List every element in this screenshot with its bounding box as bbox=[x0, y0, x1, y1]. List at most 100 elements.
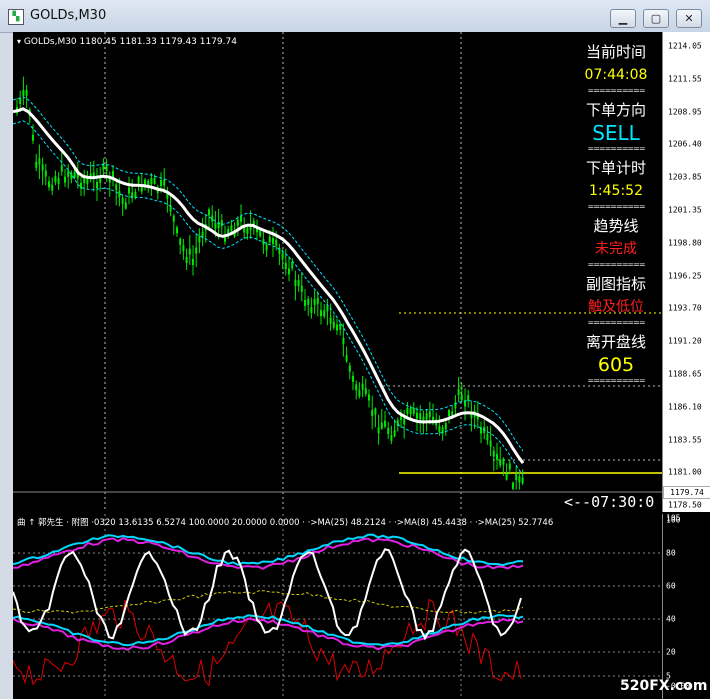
chart-window-icon: ▚ bbox=[8, 9, 24, 25]
candle-body bbox=[284, 262, 287, 269]
candle-body bbox=[153, 177, 156, 184]
candle-body bbox=[387, 427, 390, 434]
candle-body bbox=[310, 306, 313, 313]
candle-body bbox=[364, 388, 367, 395]
candle-body bbox=[60, 165, 63, 172]
candle-body bbox=[342, 338, 345, 345]
price-tick-label: 1208.95 bbox=[668, 107, 702, 117]
panel-label: 副图指标 bbox=[585, 275, 646, 293]
candle-body bbox=[496, 453, 498, 460]
candle-body bbox=[460, 394, 463, 401]
candle-body bbox=[67, 170, 70, 177]
window-title: GOLDs,M30 bbox=[30, 8, 107, 23]
sub-indicator-axis[interactable]: 105 100 80 60 40 20 5 -0.00 bbox=[662, 514, 710, 699]
candle-body bbox=[172, 215, 175, 222]
price-tick-label: 1203.85 bbox=[668, 172, 702, 182]
candle-body bbox=[380, 422, 383, 429]
candle-body bbox=[499, 459, 502, 466]
candle-body bbox=[259, 230, 262, 237]
candle-body bbox=[192, 258, 194, 265]
candle-body bbox=[416, 412, 418, 419]
candle-body bbox=[406, 408, 409, 415]
price-tick-label: 1181.00 bbox=[668, 467, 702, 477]
candle-body bbox=[428, 411, 431, 418]
candle-body bbox=[377, 427, 380, 434]
price-tick-label: 1198.80 bbox=[668, 238, 702, 248]
candle-body bbox=[163, 179, 166, 186]
candle-body bbox=[358, 390, 361, 397]
panel-value: 605 bbox=[597, 354, 635, 376]
candle-body bbox=[35, 161, 38, 168]
minimize-button[interactable]: ▁ bbox=[610, 9, 636, 28]
candle-body bbox=[502, 458, 505, 465]
yellow-ma bbox=[13, 590, 524, 614]
candle-body bbox=[294, 279, 297, 286]
candle-body bbox=[128, 187, 130, 194]
candle-body bbox=[220, 220, 223, 227]
candle-body bbox=[345, 355, 348, 362]
price-axis[interactable]: 1214.05 1211.55 1208.95 1206.40 1203.85 1201.… bbox=[662, 32, 710, 512]
sub-tick-label: 20 bbox=[666, 647, 676, 657]
candle-body bbox=[96, 181, 98, 188]
sub-indicator-info: 曲 ↑ 郭先生 · 附图 ·0320 13.6135 6.5274 100.00… bbox=[17, 518, 554, 528]
candle-body bbox=[272, 238, 274, 245]
close-button[interactable]: ✕ bbox=[676, 9, 702, 28]
candle-body bbox=[329, 317, 332, 324]
candle-body bbox=[176, 227, 178, 234]
red-oscillator bbox=[13, 598, 522, 687]
candle-body bbox=[182, 245, 185, 252]
candle-body bbox=[19, 97, 22, 104]
price-tick-label: 1193.70 bbox=[668, 303, 702, 313]
candle-body bbox=[150, 178, 153, 185]
panel-value: 未完成 bbox=[595, 241, 637, 257]
restore-button[interactable]: ▢ bbox=[643, 9, 669, 28]
candle-body bbox=[492, 450, 495, 457]
candle-body bbox=[297, 280, 300, 287]
panel-divider: ========== bbox=[587, 318, 645, 327]
moving-average bbox=[13, 107, 525, 464]
price-tick-label: 1186.10 bbox=[668, 402, 702, 412]
candle-body bbox=[288, 268, 290, 275]
candle-body bbox=[230, 225, 233, 232]
candle-body bbox=[355, 384, 358, 391]
candle-body bbox=[44, 170, 47, 177]
sub-tick-label: 40 bbox=[666, 614, 676, 624]
cyan-upper bbox=[13, 533, 524, 567]
candle-body bbox=[419, 413, 422, 420]
candle-body bbox=[57, 178, 60, 185]
price-tick-label: 1188.65 bbox=[668, 369, 702, 379]
candle-body bbox=[313, 299, 316, 306]
price-tick-label: 1178.50 bbox=[668, 500, 702, 510]
price-tick-label: 1191.20 bbox=[668, 336, 702, 346]
candle-body bbox=[518, 476, 521, 483]
candle-body bbox=[105, 165, 108, 172]
candle-body bbox=[457, 388, 460, 395]
candle-body bbox=[188, 248, 191, 255]
sub-tick-label: 100 bbox=[666, 515, 681, 525]
candle-body bbox=[307, 298, 310, 305]
panel-label: 下单方向 bbox=[585, 101, 646, 119]
candle-body bbox=[115, 184, 118, 191]
candle-body bbox=[137, 176, 140, 183]
candle-body bbox=[339, 323, 342, 330]
title-bar: ▚ GOLDs,M30 ▁ ▢ ✕ bbox=[0, 0, 710, 33]
symbol-info: ▾ GOLDs,M30 1180.45 1181.33 1179.43 1179… bbox=[17, 37, 237, 47]
candle-body bbox=[361, 383, 364, 390]
main-price-chart[interactable] bbox=[13, 32, 662, 512]
candle-body bbox=[112, 171, 114, 178]
candle-body bbox=[54, 176, 57, 183]
price-tick-label: 1214.05 bbox=[668, 41, 702, 51]
panel-value: 07:44:08 bbox=[584, 67, 648, 83]
candle-body bbox=[268, 236, 271, 243]
candle-body bbox=[48, 181, 50, 188]
candle-body bbox=[179, 238, 182, 245]
watermark: 520FX.com bbox=[620, 678, 708, 694]
price-tick-label: 1211.55 bbox=[668, 74, 702, 84]
candle-body bbox=[352, 375, 354, 382]
candle-body bbox=[323, 310, 326, 317]
sub-indicator-chart[interactable] bbox=[13, 514, 662, 699]
chart-area[interactable]: ▾ GOLDs,M30 1180.45 1181.33 1179.43 1179… bbox=[13, 32, 710, 699]
candle-body bbox=[348, 365, 351, 372]
candle-body bbox=[51, 184, 54, 191]
candle-body bbox=[316, 297, 319, 304]
